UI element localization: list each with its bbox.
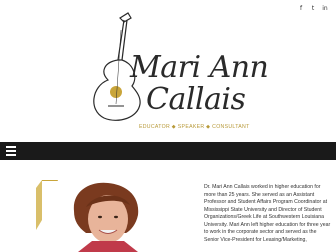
main-nav-bar [0, 142, 336, 160]
menu-icon[interactable] [6, 146, 16, 156]
site-logo[interactable]: Mari Ann Callais EDUCATOR ◆ SPEAKER ◆ CO… [0, 0, 336, 140]
brand-tagline: EDUCATOR ◆ SPEAKER ◆ CONSULTANT [139, 124, 250, 130]
about-section: Dr. Mari Ann Callais worked in higher ed… [0, 160, 336, 252]
portrait-photo [42, 181, 182, 252]
brand-name-first: Mari Ann [130, 50, 269, 85]
bio-text: Dr. Mari Ann Callais worked in higher ed… [204, 184, 331, 243]
brand-name-last: Callais [146, 82, 246, 117]
